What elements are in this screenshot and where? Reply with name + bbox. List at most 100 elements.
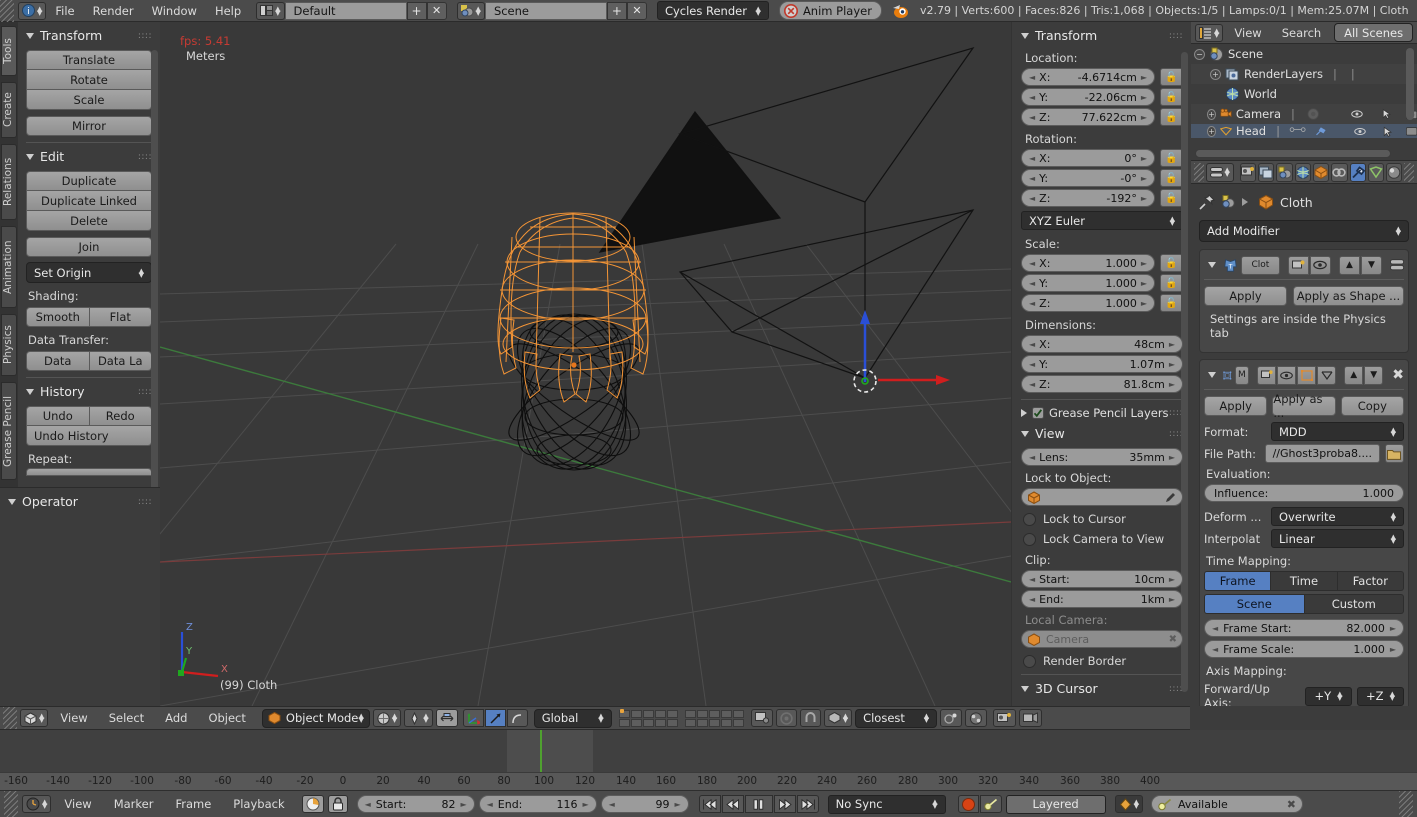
timeline-track[interactable] — [0, 730, 1417, 772]
lock-rotation-z-button[interactable]: 🔓 — [1160, 189, 1183, 207]
source-custom-button[interactable]: Custom — [1304, 594, 1404, 614]
render-toggle-icon[interactable] — [1287, 255, 1309, 275]
down-arrow-icon[interactable]: ▼ — [1360, 255, 1382, 275]
up-axis-dropdown[interactable]: +Z ▲ ▼ — [1357, 686, 1404, 706]
manipulator-scale-button[interactable] — [506, 709, 528, 727]
keying-popover-button[interactable] — [979, 795, 1002, 813]
redo-button[interactable]: Redo — [89, 406, 152, 426]
toolshelf-section-transform-header[interactable]: Transform :::: — [26, 28, 152, 43]
viewport-menu-object[interactable]: Object — [199, 707, 254, 729]
decrement-arrow-icon[interactable]: ◄ — [1029, 154, 1035, 163]
lock-object-modes-button[interactable] — [775, 709, 797, 727]
copy-button-meshcache[interactable]: Copy — [1340, 396, 1404, 416]
rotation-z-field[interactable]: ◄ Z: -192° ► — [1021, 189, 1155, 207]
3d-viewport[interactable]: Z X Y fps: 5.41 Meters (99) Cloth — [160, 22, 1011, 706]
transform-orientation-dropdown[interactable]: Global ▲ ▼ — [533, 708, 612, 728]
area-corner-grip[interactable] — [1399, 791, 1413, 817]
properties-tab-object[interactable] — [1313, 162, 1330, 182]
toolshelf-section-history-header[interactable]: History :::: — [26, 384, 152, 399]
frame-back-icon[interactable] — [721, 795, 744, 813]
outliner-row-camera[interactable]: + Camera | — [1191, 104, 1417, 124]
increment-arrow-icon[interactable]: ► — [674, 800, 680, 809]
outliner-horizontal-scrollbar[interactable] — [1195, 149, 1391, 158]
tool-tab-create[interactable]: Create — [1, 82, 17, 138]
decrement-arrow-icon[interactable]: ◄ — [1029, 73, 1035, 82]
apply-as-shape-button-cloth[interactable]: Apply as Shape ... — [1292, 286, 1404, 306]
lock-camera-to-view-row[interactable]: Lock Camera to View — [1023, 532, 1183, 546]
timeline-menu-playback[interactable]: Playback — [224, 793, 293, 815]
pin-icon[interactable] — [1199, 194, 1215, 210]
screen-layout-add-button[interactable]: + — [406, 1, 427, 20]
down-arrow-icon[interactable]: ▼ — [1364, 365, 1384, 385]
increment-arrow-icon[interactable]: ► — [1169, 340, 1175, 349]
increment-arrow-icon[interactable]: ► — [1169, 575, 1175, 584]
snap-target-dropdown[interactable]: Closest ▲ ▼ — [855, 708, 938, 728]
eyedropper-icon[interactable] — [1164, 491, 1177, 504]
properties-tab-modifier[interactable] — [1349, 162, 1366, 182]
format-dropdown[interactable]: MDD ▲ ▼ — [1271, 422, 1404, 441]
properties-tab-material[interactable] — [1386, 162, 1403, 182]
viewport-toggle-icon[interactable] — [1309, 255, 1331, 275]
area-corner-grip[interactable] — [0, 0, 14, 22]
increment-arrow-icon[interactable]: ► — [1141, 194, 1147, 203]
camera-data-icon[interactable] — [1305, 105, 1321, 123]
edit-mode-toggle-icon[interactable] — [1297, 365, 1317, 385]
scene-delete-button[interactable]: ✕ — [626, 1, 647, 20]
decrement-arrow-icon[interactable]: ◄ — [1029, 279, 1035, 288]
timeline-ruler[interactable]: -160 -140 -120 -100 -80 -60 -40 -20 0 20… — [0, 772, 1417, 791]
increment-arrow-icon[interactable]: ► — [1169, 380, 1175, 389]
decrement-arrow-icon[interactable]: ◄ — [1029, 93, 1035, 102]
properties-tab-render[interactable] — [1239, 162, 1257, 182]
sync-mode-dropdown[interactable]: No Sync ▲ ▼ — [827, 794, 946, 814]
undo-history-button[interactable]: Undo History — [26, 426, 152, 446]
decrement-arrow-icon[interactable]: ◄ — [487, 800, 493, 809]
join-button[interactable]: Join — [26, 237, 152, 257]
area-corner-grip[interactable] — [3, 707, 17, 729]
translate-button[interactable]: Translate — [26, 50, 152, 70]
apply-button-cloth[interactable]: Apply — [1204, 286, 1287, 306]
panel-toggle-icon[interactable] — [1389, 258, 1404, 272]
viewport-menu-view[interactable]: View — [51, 707, 96, 729]
layer-grid-1[interactable] — [618, 709, 678, 727]
lock-location-y-button[interactable]: 🔓 — [1160, 88, 1183, 106]
decrement-arrow-icon[interactable]: ◄ — [1029, 174, 1035, 183]
interaction-mode-dropdown[interactable]: Object Mode ▲ ▼ — [261, 708, 370, 728]
collapse-icon[interactable]: − — [1194, 48, 1205, 60]
area-corner-grip[interactable] — [4, 791, 18, 817]
apply-as-button-meshcache[interactable]: Apply as ... — [1272, 392, 1336, 420]
decrement-arrow-icon[interactable]: ◄ — [1029, 380, 1035, 389]
modifier-name-field-meshcache[interactable]: M — [1234, 365, 1250, 385]
menu-render[interactable]: Render — [84, 0, 143, 22]
dimensions-y-field[interactable]: ◄ Y: 1.07m ► — [1021, 355, 1183, 373]
decrement-arrow-icon[interactable]: ◄ — [1029, 259, 1035, 268]
scene-layers-block-1[interactable] — [618, 708, 678, 727]
frame-end-field-timeline[interactable]: ◄ End: 116 ► — [478, 795, 597, 813]
eye-icon[interactable] — [1354, 125, 1366, 138]
decrement-arrow-icon[interactable]: ◄ — [1212, 624, 1218, 633]
frame-scale-field[interactable]: ◄ Frame Scale: 1.000 ► — [1204, 640, 1404, 658]
lock-scale-x-button[interactable]: 🔓 — [1160, 254, 1183, 272]
eye-icon[interactable] — [1351, 107, 1364, 121]
pivot-point-selector[interactable]: ▲ ▼ — [404, 709, 433, 727]
lock-rotation-x-button[interactable]: 🔓 — [1160, 149, 1183, 167]
lock-scale-y-button[interactable]: 🔓 — [1160, 274, 1183, 292]
viewport-menu-select[interactable]: Select — [100, 707, 153, 729]
jump-start-icon[interactable] — [698, 795, 721, 813]
render-border-row[interactable]: Render Border — [1023, 654, 1183, 668]
time-mode-time-button[interactable]: Time — [1271, 571, 1338, 591]
menu-help[interactable]: Help — [206, 0, 250, 22]
lock-rotation-y-button[interactable]: 🔓 — [1160, 169, 1183, 187]
time-mode-frame-button[interactable]: Frame — [1204, 571, 1272, 591]
scale-x-field[interactable]: ◄ X: 1.000 ► — [1021, 254, 1155, 272]
lock-scale-z-button[interactable]: 🔓 — [1160, 294, 1183, 312]
decrement-arrow-icon[interactable]: ◄ — [1212, 645, 1218, 654]
clip-start-field[interactable]: ◄ Start: 10cm ► — [1021, 570, 1183, 588]
outliner-display-mode-dropdown[interactable]: All Scenes — [1334, 23, 1413, 42]
lock-to-object-field[interactable] — [1021, 488, 1183, 506]
properties-tab-renderlayers[interactable] — [1258, 162, 1275, 182]
increment-arrow-icon[interactable]: ► — [460, 800, 466, 809]
file-path-field[interactable]: //Ghost3proba8.... — [1264, 444, 1380, 463]
active-keying-set-field[interactable]: Available ✖ — [1151, 795, 1303, 813]
timeline-menu-marker[interactable]: Marker — [105, 793, 163, 815]
decrement-arrow-icon[interactable]: ◄ — [1029, 113, 1035, 122]
